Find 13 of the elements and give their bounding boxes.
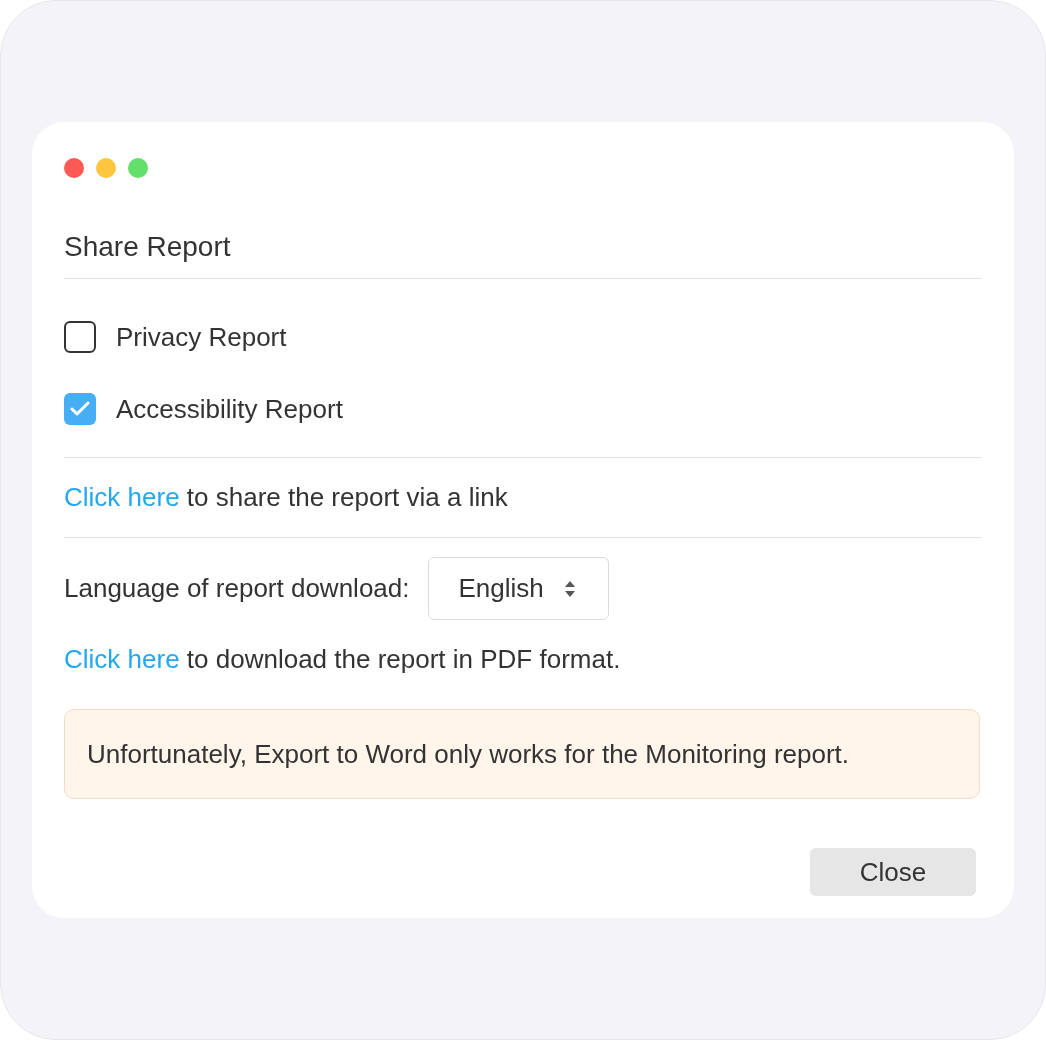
checkbox-label: Accessibility Report xyxy=(116,392,343,426)
language-select[interactable]: English xyxy=(427,557,609,620)
language-label: Language of report download: xyxy=(64,572,410,605)
checkmark-icon xyxy=(70,401,90,417)
link-sentence: Click here to share the report via a link xyxy=(64,481,509,514)
link-sentence: Click here to download the report in PDF format. xyxy=(64,643,622,676)
checkbox[interactable] xyxy=(64,321,96,353)
checkbox-label: Privacy Report xyxy=(116,320,287,354)
notice-text: Unfortunately, Export to Word only works for the Monitoring report. xyxy=(87,737,850,771)
checkbox[interactable] xyxy=(64,393,96,425)
close-button[interactable]: Close xyxy=(810,848,976,896)
dialog-title: Share Report xyxy=(64,230,232,264)
sort-arrows-icon xyxy=(563,579,576,598)
